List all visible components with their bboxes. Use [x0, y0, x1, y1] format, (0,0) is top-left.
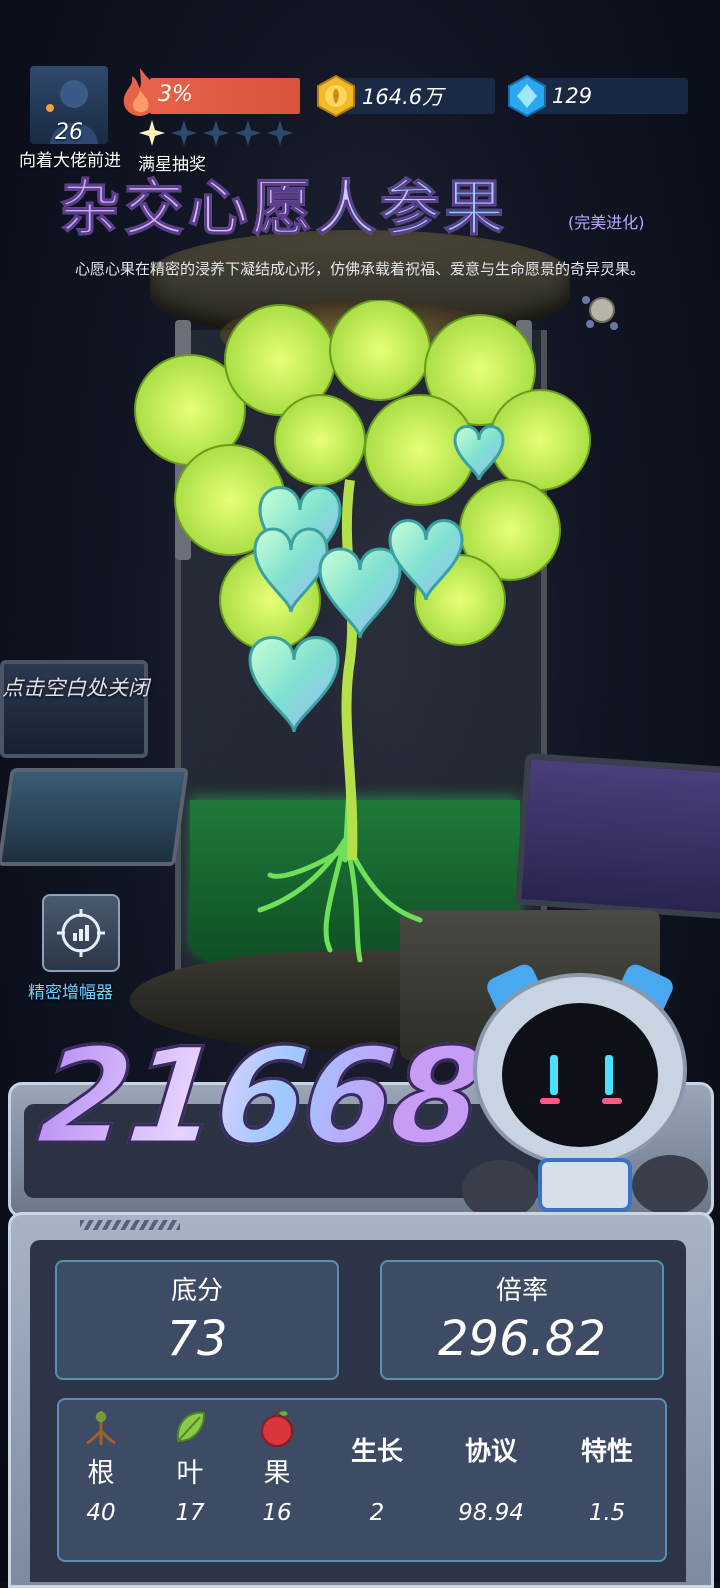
star-empty-icon — [235, 120, 261, 146]
progress-label: 3% — [158, 82, 193, 107]
base-score-value: 73 — [166, 1311, 228, 1367]
attr-protocol: 协议 — [446, 1405, 536, 1468]
total-score: 21668 — [30, 1019, 488, 1176]
star-empty-icon — [171, 120, 197, 146]
crosshair-chart-icon — [57, 909, 105, 957]
base-score-box: 底分 73 — [55, 1260, 339, 1380]
attr-trait: 特性 — [562, 1405, 652, 1468]
player-level: 26 — [55, 120, 83, 145]
attr-protocol-name: 协议 — [464, 1437, 517, 1467]
star-rating[interactable] — [138, 118, 294, 148]
attr-leaf-name: 叶 — [176, 1458, 204, 1489]
base-score-label: 底分 — [170, 1276, 223, 1306]
attr-protocol-value: 98.94 — [458, 1500, 524, 1526]
attr-growth-value: 2 — [369, 1500, 385, 1526]
multiplier-box: 倍率 296.82 — [380, 1260, 664, 1380]
attr-growth: 生长 — [332, 1405, 422, 1468]
attr-growth-name: 生长 — [350, 1437, 403, 1467]
gold-amount: 164.6万 — [362, 85, 444, 109]
item-title: 杂交心愿人参果 — [60, 160, 620, 247]
panel-stripe-decoration — [80, 1220, 180, 1230]
multiplier-label: 倍率 — [495, 1276, 548, 1306]
star-empty-icon — [267, 120, 293, 146]
attr-fruit-value: 16 — [262, 1500, 292, 1526]
root-icon — [86, 1411, 116, 1445]
gold-coin-icon — [317, 74, 355, 118]
attr-leaf: 叶 — [145, 1405, 235, 1490]
gem-amount: 129 — [552, 84, 593, 108]
attr-fruit: 果 — [232, 1405, 322, 1490]
evolution-tag: (完美进化) — [568, 213, 645, 232]
attr-trait-value: 1.5 — [588, 1500, 626, 1526]
robot-mascot — [462, 964, 708, 1220]
item-description: 心愿心果在精密的浸养下凝结成心形，仿佛承载着祝福、爱意与生命愿景的奇异灵果。 — [74, 260, 645, 278]
star-empty-icon — [203, 120, 229, 146]
leaf-icon — [176, 1411, 206, 1443]
attr-root-value: 40 — [86, 1500, 116, 1526]
star-filled-icon — [139, 120, 165, 146]
attr-fruit-name: 果 — [263, 1458, 291, 1489]
attr-trait-name: 特性 — [580, 1437, 633, 1467]
apple-icon — [261, 1408, 293, 1447]
tap-to-close-hint[interactable]: 点击空白处关闭 — [2, 672, 149, 702]
precision-amplifier-label[interactable]: 精密增幅器 — [28, 978, 113, 1003]
precision-amplifier-button[interactable] — [42, 894, 120, 972]
flame-icon — [123, 68, 157, 116]
blue-gem-icon — [508, 74, 546, 118]
multiplier-value: 296.82 — [438, 1311, 606, 1367]
attr-root: 根 — [56, 1405, 146, 1490]
satellite-icon — [582, 296, 618, 330]
attr-leaf-value: 17 — [175, 1500, 205, 1526]
attr-root-name: 根 — [87, 1458, 115, 1489]
ginseng-fruit-plant — [134, 300, 591, 963]
